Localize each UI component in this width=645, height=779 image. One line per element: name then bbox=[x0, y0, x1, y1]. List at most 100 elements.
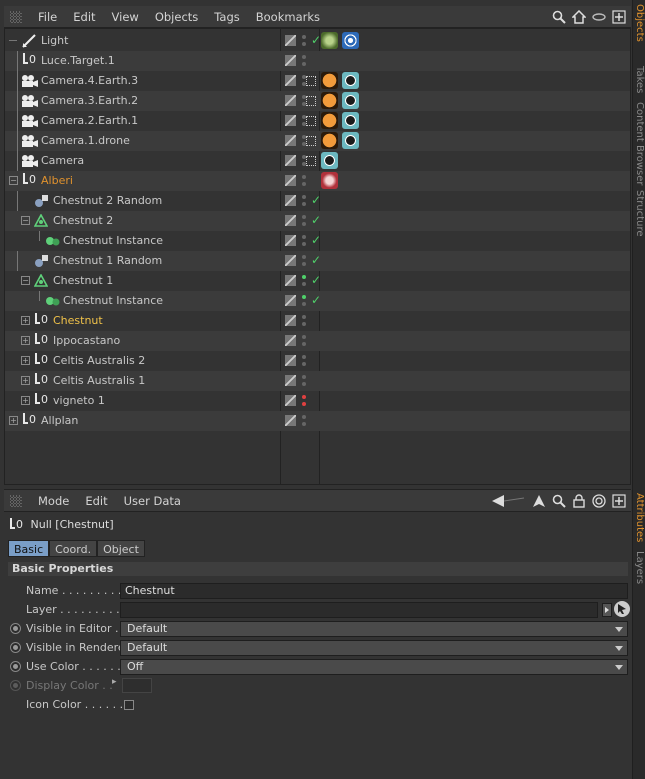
visibility-dots-icon[interactable] bbox=[302, 314, 308, 328]
tab-objects[interactable]: Objects bbox=[633, 4, 645, 64]
visibility-toggle-icon[interactable] bbox=[285, 95, 296, 106]
animate-radio-icon[interactable] bbox=[10, 623, 21, 634]
icon-color-checkbox[interactable] bbox=[124, 700, 134, 710]
camera-select-icon[interactable] bbox=[306, 136, 316, 146]
protection-tag-icon[interactable] bbox=[321, 92, 338, 109]
visibility-toggle-icon[interactable] bbox=[285, 255, 296, 266]
camera-select-icon[interactable] bbox=[306, 76, 316, 86]
visibility-toggle-icon[interactable] bbox=[285, 335, 296, 346]
camera-tag-icon[interactable] bbox=[342, 92, 359, 109]
tab-object[interactable]: Object bbox=[97, 540, 145, 557]
menu-mode[interactable]: Mode bbox=[30, 490, 77, 512]
enabled-check-icon[interactable]: ✓ bbox=[311, 273, 321, 287]
visibility-toggle-icon[interactable] bbox=[285, 115, 296, 126]
tree-row-ippocastano[interactable]: + 0 Ippocastano bbox=[5, 331, 630, 351]
tree-row-chestnut-1-random[interactable]: Chestnut 1 Random ✓ bbox=[5, 251, 630, 271]
visibility-toggle-icon[interactable] bbox=[285, 235, 296, 246]
tree-row-light[interactable]: Light ✓ bbox=[5, 31, 630, 51]
display-tag-icon[interactable] bbox=[321, 172, 338, 189]
protection-tag-icon[interactable] bbox=[321, 112, 338, 129]
visibility-dots-icon[interactable] bbox=[302, 174, 308, 188]
collapse-toggle-icon[interactable]: − bbox=[9, 176, 18, 185]
tab-content-browser[interactable]: Content Browser bbox=[633, 102, 645, 188]
visibility-toggle-icon[interactable] bbox=[285, 55, 296, 66]
visibility-dots-icon[interactable] bbox=[302, 374, 308, 388]
tree-row-celtis-australis-2[interactable]: + 0 Celtis Australis 2 bbox=[5, 351, 630, 371]
use-color-dropdown[interactable]: Off bbox=[120, 659, 628, 675]
search-icon[interactable] bbox=[551, 9, 567, 25]
camera-tag-icon[interactable] bbox=[342, 132, 359, 149]
visibility-dots-icon[interactable] bbox=[302, 34, 308, 48]
visibility-toggle-icon[interactable] bbox=[285, 355, 296, 366]
search-icon[interactable] bbox=[551, 493, 567, 509]
visibility-dots-icon[interactable] bbox=[302, 54, 308, 68]
light-tag-icon[interactable] bbox=[342, 32, 359, 49]
link-icon[interactable] bbox=[591, 9, 607, 25]
expand-toggle-icon[interactable]: + bbox=[21, 316, 30, 325]
visibility-toggle-icon[interactable] bbox=[285, 155, 296, 166]
visibility-toggle-icon[interactable] bbox=[285, 295, 296, 306]
camera-select-icon[interactable] bbox=[306, 116, 316, 126]
enabled-check-icon[interactable]: ✓ bbox=[311, 213, 321, 227]
tree-row-camera-1-drone[interactable]: Camera.1.drone bbox=[5, 131, 630, 151]
new-panel-icon[interactable] bbox=[611, 493, 627, 509]
visibility-toggle-icon[interactable] bbox=[285, 415, 296, 426]
target-icon[interactable] bbox=[591, 493, 607, 509]
tab-attributes[interactable]: Attributes bbox=[633, 493, 645, 549]
camera-select-icon[interactable] bbox=[306, 96, 316, 106]
visibility-toggle-icon[interactable] bbox=[285, 395, 296, 406]
visibility-dots-icon[interactable] bbox=[302, 274, 308, 288]
visible-in-renderer-dropdown[interactable]: Default bbox=[120, 640, 628, 656]
visibility-dots-icon[interactable] bbox=[302, 394, 308, 408]
tree-row-chestnut-1[interactable]: − Chestnut 1 ✓ bbox=[5, 271, 630, 291]
menu-view[interactable]: View bbox=[104, 6, 147, 28]
collapse-toggle-icon[interactable]: − bbox=[21, 216, 30, 225]
expand-toggle-icon[interactable]: + bbox=[21, 356, 30, 365]
tree-row-vigneto-1[interactable]: + 0 vigneto 1 bbox=[5, 391, 630, 411]
visibility-toggle-icon[interactable] bbox=[285, 315, 296, 326]
visibility-dots-icon[interactable] bbox=[302, 194, 308, 208]
visibility-toggle-icon[interactable] bbox=[285, 275, 296, 286]
collapse-toggle-icon[interactable]: − bbox=[21, 276, 30, 285]
menu-objects[interactable]: Objects bbox=[147, 6, 206, 28]
lock-icon[interactable] bbox=[571, 493, 587, 509]
visibility-toggle-icon[interactable] bbox=[285, 195, 296, 206]
visibility-toggle-icon[interactable] bbox=[285, 35, 296, 46]
menu-file[interactable]: File bbox=[30, 6, 65, 28]
tree-row-chestnut-instance-1[interactable]: Chestnut Instance ✓ bbox=[5, 291, 630, 311]
new-panel-icon[interactable] bbox=[611, 9, 627, 25]
animate-radio-icon[interactable] bbox=[10, 661, 21, 672]
camera-tag-icon[interactable] bbox=[342, 72, 359, 89]
tree-row-celtis-australis-1[interactable]: + 0 Celtis Australis 1 bbox=[5, 371, 630, 391]
tree-row-allplan[interactable]: + 0 Allplan bbox=[5, 411, 630, 431]
expand-toggle-icon[interactable]: + bbox=[21, 396, 30, 405]
panel-grip-icon[interactable] bbox=[10, 10, 22, 23]
tree-row-chestnut-2-random[interactable]: Chestnut 2 Random ✓ bbox=[5, 191, 630, 211]
tab-coord[interactable]: Coord. bbox=[49, 540, 98, 557]
expand-toggle-icon[interactable]: + bbox=[9, 416, 18, 425]
visibility-dots-icon[interactable] bbox=[302, 414, 308, 428]
layer-menu-arrow-icon[interactable] bbox=[602, 603, 612, 617]
tree-row-camera-2[interactable]: Camera.2.Earth.1 bbox=[5, 111, 630, 131]
visibility-toggle-icon[interactable] bbox=[285, 75, 296, 86]
visibility-toggle-icon[interactable] bbox=[285, 135, 296, 146]
menu-tags[interactable]: Tags bbox=[206, 6, 247, 28]
tree-row-luce-target[interactable]: 0 Luce.Target.1 bbox=[5, 51, 630, 71]
name-input[interactable]: Chestnut bbox=[120, 583, 628, 599]
enabled-check-icon[interactable]: ✓ bbox=[311, 233, 321, 247]
menu-edit[interactable]: Edit bbox=[65, 6, 103, 28]
enabled-check-icon[interactable]: ✓ bbox=[311, 33, 321, 47]
tab-basic[interactable]: Basic bbox=[8, 540, 50, 557]
tree-row-camera-3[interactable]: Camera.3.Earth.2 bbox=[5, 91, 630, 111]
target-tag-icon[interactable] bbox=[321, 32, 338, 49]
expand-toggle-icon[interactable]: + bbox=[21, 376, 30, 385]
camera-tag-icon[interactable] bbox=[321, 152, 338, 169]
tree-row-camera[interactable]: Camera bbox=[5, 151, 630, 171]
enabled-check-icon[interactable]: ✓ bbox=[311, 193, 321, 207]
visibility-toggle-icon[interactable] bbox=[285, 215, 296, 226]
tab-takes[interactable]: Takes bbox=[633, 66, 645, 100]
tree-row-camera-4[interactable]: Camera.4.Earth.3 bbox=[5, 71, 630, 91]
visibility-dots-icon[interactable] bbox=[302, 234, 308, 248]
enabled-check-icon[interactable]: ✓ bbox=[311, 253, 321, 267]
tree-row-chestnut-2[interactable]: − Chestnut 2 ✓ bbox=[5, 211, 630, 231]
